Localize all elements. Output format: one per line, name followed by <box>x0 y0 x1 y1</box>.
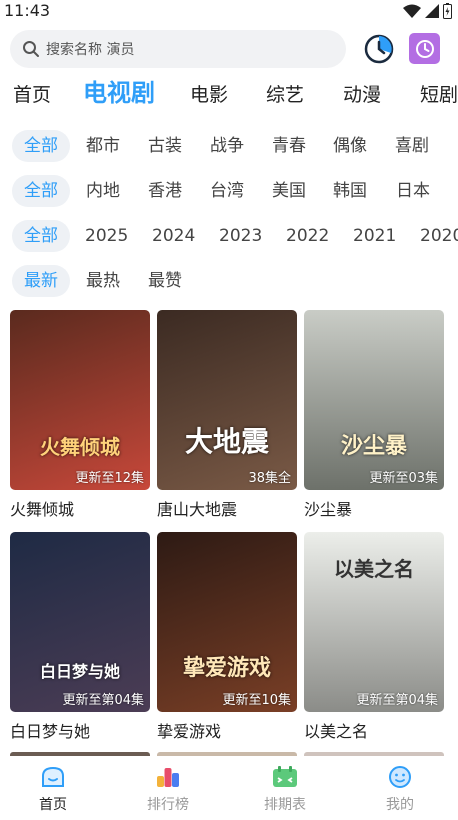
genre-comedy[interactable]: 喜剧 <box>395 130 429 162</box>
year-2020[interactable]: 2020 <box>420 220 458 252</box>
episode-status: 更新至第04集 <box>356 693 438 708</box>
show-title: 沙尘暴 <box>304 500 353 519</box>
sort-filter: 最新 最热 最赞 <box>0 265 458 299</box>
show-title: 挚爱游戏 <box>157 722 222 741</box>
search-input[interactable]: 搜索名称 演员 <box>10 30 346 68</box>
year-2022[interactable]: 2022 <box>286 220 329 252</box>
status-icons <box>403 3 452 19</box>
show-card[interactable]: 火舞倾城 更新至12集 火舞倾城 <box>10 310 150 520</box>
status-time: 11:43 <box>4 1 51 20</box>
show-card[interactable]: 以美之名 更新至第04集 以美之名 <box>304 532 444 742</box>
history-icon <box>364 34 394 64</box>
recent-button[interactable] <box>409 33 440 64</box>
category-tabs: 首页 电视剧 电影 综艺 动漫 短剧 <box>0 78 458 112</box>
tab-anime[interactable]: 动漫 <box>343 80 381 110</box>
sort-most-liked[interactable]: 最赞 <box>148 265 182 297</box>
search-placeholder: 搜索名称 演员 <box>46 42 135 58</box>
poster-title-art: 白日梦与她 <box>39 662 120 681</box>
search-row: 搜索名称 演员 <box>10 30 450 70</box>
nav-home-label: 首页 <box>39 797 67 813</box>
episode-status: 更新至10集 <box>222 693 291 708</box>
region-all[interactable]: 全部 <box>12 175 70 207</box>
show-title: 以美之名 <box>304 722 369 741</box>
home-icon <box>42 766 64 787</box>
region-taiwan[interactable]: 台湾 <box>210 175 244 207</box>
nav-schedule-label: 排期表 <box>264 797 306 813</box>
tab-movies[interactable]: 电影 <box>190 80 228 110</box>
wifi-icon <box>403 4 421 18</box>
show-title: 白日梦与她 <box>10 722 91 741</box>
show-poster: 挚爱游戏 更新至10集 <box>157 532 297 712</box>
genre-all[interactable]: 全部 <box>12 130 70 162</box>
show-title: 火舞倾城 <box>10 500 75 519</box>
region-filter: 全部 内地 香港 台湾 美国 韩国 日本 <box>0 175 458 209</box>
genre-youth[interactable]: 青春 <box>272 130 306 162</box>
nav-ranking-label: 排行榜 <box>147 797 189 813</box>
bottom-nav: 首页 排行榜 排期表 我的 <box>0 756 458 820</box>
genre-filter: 全部 都市 古装 战争 青春 偶像 喜剧 <box>0 130 458 164</box>
genre-idol[interactable]: 偶像 <box>333 130 367 162</box>
region-usa[interactable]: 美国 <box>272 175 306 207</box>
signal-icon <box>425 4 439 18</box>
profile-icon <box>389 766 411 788</box>
show-poster: 大地震 38集全 <box>157 310 297 490</box>
episode-status: 更新至第04集 <box>62 693 144 708</box>
region-mainland[interactable]: 内地 <box>86 175 120 207</box>
watch-history-button[interactable] <box>364 34 394 64</box>
nav-profile[interactable]: 我的 <box>365 766 435 814</box>
search-icon <box>23 41 39 57</box>
poster-title-art: 火舞倾城 <box>40 435 120 459</box>
genre-war[interactable]: 战争 <box>210 130 244 162</box>
tab-tv-series[interactable]: 电视剧 <box>83 78 155 108</box>
year-2021[interactable]: 2021 <box>353 220 396 252</box>
show-card[interactable]: 挚爱游戏 更新至10集 挚爱游戏 <box>157 532 297 742</box>
nav-ranking[interactable]: 排行榜 <box>133 766 203 814</box>
episode-status: 更新至03集 <box>369 471 438 486</box>
clock-icon <box>415 39 434 58</box>
sort-newest[interactable]: 最新 <box>12 265 70 297</box>
show-poster: 白日梦与她 更新至第04集 <box>10 532 150 712</box>
show-poster: 火舞倾城 更新至12集 <box>10 310 150 490</box>
nav-schedule[interactable]: 排期表 <box>250 766 320 814</box>
year-2024[interactable]: 2024 <box>152 220 195 252</box>
show-card[interactable]: 白日梦与她 更新至第04集 白日梦与她 <box>10 532 150 742</box>
show-poster: 沙尘暴 更新至03集 <box>304 310 444 490</box>
genre-urban[interactable]: 都市 <box>86 130 120 162</box>
tab-variety[interactable]: 综艺 <box>266 80 304 110</box>
tab-home[interactable]: 首页 <box>13 80 51 110</box>
schedule-icon <box>273 766 297 787</box>
year-2025[interactable]: 2025 <box>85 220 128 252</box>
nav-profile-label: 我的 <box>386 797 414 813</box>
show-card[interactable]: 沙尘暴 更新至03集 沙尘暴 <box>304 310 444 520</box>
battery-icon <box>443 3 452 19</box>
poster-title-art: 大地震 <box>184 425 269 458</box>
episode-status: 更新至12集 <box>75 471 144 486</box>
poster-title-art: 以美之名 <box>334 557 414 581</box>
year-all[interactable]: 全部 <box>12 220 70 252</box>
region-korea[interactable]: 韩国 <box>333 175 367 207</box>
episode-status: 38集全 <box>248 471 291 486</box>
region-japan[interactable]: 日本 <box>396 175 430 207</box>
status-bar: 11:43 <box>0 0 458 24</box>
poster-title-art: 沙尘暴 <box>340 433 407 459</box>
year-2023[interactable]: 2023 <box>219 220 262 252</box>
year-filter: 全部 2025 2024 2023 2022 2021 2020 <box>0 220 458 254</box>
show-title: 唐山大地震 <box>157 500 238 519</box>
tab-short-drama[interactable]: 短剧 <box>420 80 458 110</box>
show-poster: 以美之名 更新至第04集 <box>304 532 444 712</box>
poster-title-art: 挚爱游戏 <box>182 655 271 681</box>
sort-hottest[interactable]: 最热 <box>86 265 120 297</box>
ranking-icon <box>157 768 179 787</box>
genre-costume[interactable]: 古装 <box>148 130 182 162</box>
nav-home[interactable]: 首页 <box>18 766 88 814</box>
show-card[interactable]: 大地震 38集全 唐山大地震 <box>157 310 297 520</box>
region-hongkong[interactable]: 香港 <box>148 175 182 207</box>
